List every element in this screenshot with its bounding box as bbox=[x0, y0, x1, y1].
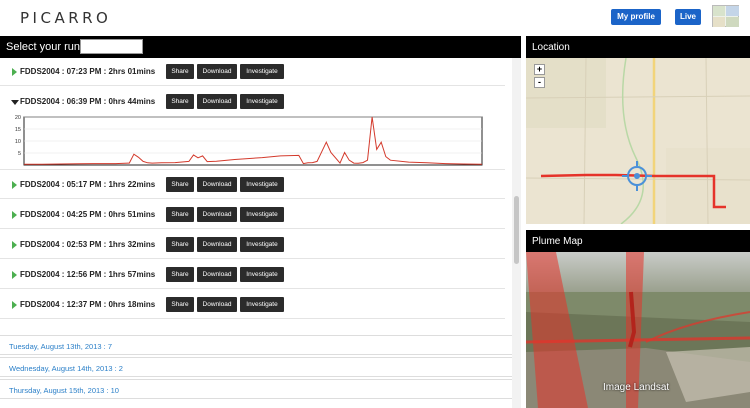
date-group-label[interactable]: Tuesday, August 13th, 2013 : 7 bbox=[9, 342, 112, 351]
date-group-row[interactable]: Thursday, August 15th, 2013 : 10 bbox=[0, 379, 512, 399]
live-button[interactable]: Live bbox=[675, 9, 701, 25]
download-button[interactable]: Download bbox=[197, 94, 237, 109]
maps-panel: Location + - Plume Map Image Landsat bbox=[526, 36, 750, 408]
zoom-in-button[interactable]: + bbox=[534, 64, 545, 75]
plume-map-title: Plume Map bbox=[532, 236, 583, 247]
scrollbar-thumb[interactable] bbox=[514, 196, 519, 264]
map-layer-toggle-icon[interactable] bbox=[712, 5, 739, 27]
run-list: FDDS2004 : 07:23 PM : 2hrs 01mins Share … bbox=[0, 58, 512, 408]
run-label: FDDS2004 : 04:25 PM : 0hrs 51mins bbox=[20, 210, 156, 219]
investigate-button[interactable]: Investigate bbox=[240, 64, 284, 79]
run-row[interactable]: FDDS2004 : 02:53 PM : 1hrs 32mins Share … bbox=[0, 231, 505, 259]
y-tick-label: 20 bbox=[15, 115, 21, 121]
download-button[interactable]: Download bbox=[197, 267, 237, 282]
concentration-chart: 20 15 10 5 bbox=[15, 115, 483, 166]
expand-arrow-icon[interactable] bbox=[12, 68, 17, 76]
investigate-button[interactable]: Investigate bbox=[240, 237, 284, 252]
run-date-input[interactable] bbox=[80, 39, 143, 54]
run-label: FDDS2004 : 12:37 PM : 0hrs 18mins bbox=[20, 300, 156, 309]
run-label: FDDS2004 : 06:39 PM : 0hrs 44mins bbox=[20, 97, 156, 106]
run-selector-label: Select your run: bbox=[6, 41, 84, 53]
plume-map[interactable]: Image Landsat bbox=[526, 252, 750, 408]
run-label: FDDS2004 : 07:23 PM : 2hrs 01mins bbox=[20, 67, 156, 76]
my-profile-button[interactable]: My profile bbox=[611, 9, 661, 25]
plume-map-header: Plume Map bbox=[526, 230, 750, 252]
date-group-row[interactable]: Tuesday, August 13th, 2013 : 7 bbox=[0, 335, 512, 355]
download-button[interactable]: Download bbox=[197, 237, 237, 252]
download-button[interactable]: Download bbox=[197, 207, 237, 222]
y-tick-label: 5 bbox=[18, 151, 21, 157]
share-button[interactable]: Share bbox=[166, 237, 194, 252]
imagery-watermark: Image Landsat bbox=[603, 382, 670, 393]
share-button[interactable]: Share bbox=[166, 64, 194, 79]
location-title: Location bbox=[532, 42, 570, 53]
expand-arrow-icon[interactable] bbox=[12, 271, 17, 279]
y-tick-label: 10 bbox=[15, 139, 21, 145]
collapse-arrow-icon[interactable] bbox=[11, 100, 19, 105]
date-group-row[interactable]: Wednesday, August 14th, 2013 : 2 bbox=[0, 357, 512, 377]
expand-arrow-icon[interactable] bbox=[12, 301, 17, 309]
share-button[interactable]: Share bbox=[166, 207, 194, 222]
investigate-button[interactable]: Investigate bbox=[240, 94, 284, 109]
run-selector-bar: Select your run: bbox=[0, 36, 521, 58]
share-button[interactable]: Share bbox=[166, 177, 194, 192]
run-label: FDDS2004 : 02:53 PM : 1hrs 32mins bbox=[20, 240, 156, 249]
run-row[interactable]: FDDS2004 : 12:37 PM : 0hrs 18mins Share … bbox=[0, 291, 505, 319]
zoom-out-button[interactable]: - bbox=[534, 77, 545, 88]
download-button[interactable]: Download bbox=[197, 64, 237, 79]
investigate-button[interactable]: Investigate bbox=[240, 297, 284, 312]
investigate-button[interactable]: Investigate bbox=[240, 207, 284, 222]
share-button[interactable]: Share bbox=[166, 297, 194, 312]
top-bar: PICARRO My profile Live bbox=[0, 0, 750, 36]
y-tick-label: 15 bbox=[15, 127, 21, 133]
expand-arrow-icon[interactable] bbox=[12, 181, 17, 189]
runs-panel: Select your run: FDDS2004 : 07:23 PM : 2… bbox=[0, 36, 521, 408]
location-map[interactable]: + - bbox=[526, 58, 750, 224]
expand-arrow-icon[interactable] bbox=[12, 241, 17, 249]
location-header: Location bbox=[526, 36, 750, 58]
investigate-button[interactable]: Investigate bbox=[240, 177, 284, 192]
run-row[interactable]: FDDS2004 : 07:23 PM : 2hrs 01mins Share … bbox=[0, 58, 505, 86]
expand-arrow-icon[interactable] bbox=[12, 211, 17, 219]
download-button[interactable]: Download bbox=[197, 177, 237, 192]
picarro-logo: PICARRO bbox=[20, 9, 112, 27]
share-button[interactable]: Share bbox=[166, 267, 194, 282]
run-label: FDDS2004 : 12:56 PM : 1hrs 57mins bbox=[20, 270, 156, 279]
run-row[interactable]: FDDS2004 : 04:25 PM : 0hrs 51mins Share … bbox=[0, 201, 505, 229]
share-button[interactable]: Share bbox=[166, 94, 194, 109]
run-label: FDDS2004 : 05:17 PM : 1hrs 22mins bbox=[20, 180, 156, 189]
run-row[interactable]: FDDS2004 : 05:17 PM : 1hrs 22mins Share … bbox=[0, 171, 505, 199]
run-row[interactable]: FDDS2004 : 12:56 PM : 1hrs 57mins Share … bbox=[0, 261, 505, 289]
date-group-label[interactable]: Thursday, August 15th, 2013 : 10 bbox=[9, 386, 119, 395]
investigate-button[interactable]: Investigate bbox=[240, 267, 284, 282]
date-group-label[interactable]: Wednesday, August 14th, 2013 : 2 bbox=[9, 364, 123, 373]
download-button[interactable]: Download bbox=[197, 297, 237, 312]
